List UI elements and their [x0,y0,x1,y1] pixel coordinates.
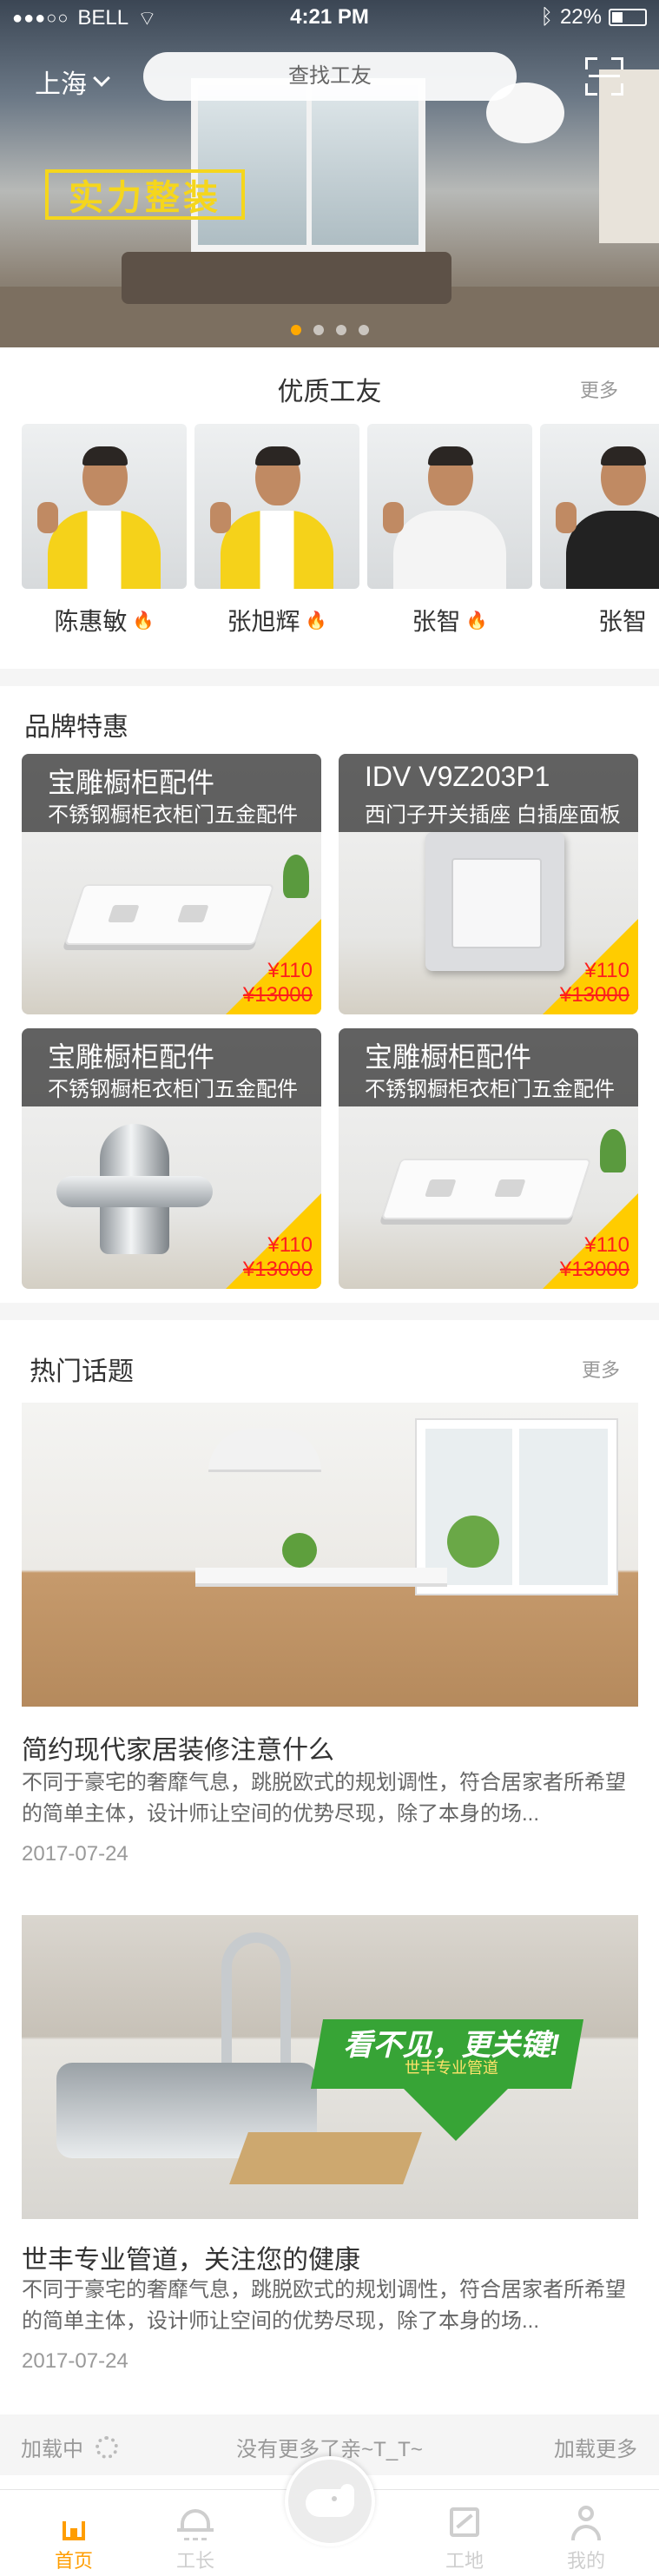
search-input[interactable] [143,52,517,101]
battery-icon [609,9,647,26]
product-price: ¥110 [267,1233,313,1257]
topic-title: 简约现代家居装修注意什么 [22,1736,334,1765]
hero-banner[interactable]: 实力整装 ●●●○○ BELL ⌔ 4:21 PM ᛒ 22% 上海 [0,0,659,347]
hot-flame-icon: 🔥 [465,611,488,631]
section-divider [0,669,659,686]
home-icon [54,2502,94,2542]
brand-product-card[interactable]: 宝雕橱柜配件不锈钢橱柜衣柜门五金配件 ¥110 ¥13000 [22,1028,321,1289]
topic-image-dining [22,1403,638,1707]
topic-card[interactable]: 简约现代家居装修注意什么 不同于豪宅的奢靡气息，跳脱欧式的规划调性，符合居家者所… [22,1403,638,1906]
topic-ad-subline: 世丰专业管道 [405,2059,498,2077]
worker-card[interactable]: 张智 🔥 [367,424,532,635]
brand-product-card[interactable]: 宝雕橱柜配件不锈钢橱柜衣柜门五金配件 ¥110 ¥13000 [22,754,321,1014]
topic-card[interactable]: 看不见，更关键! 世丰专业管道 世丰专业管道，关注您的健康 不同于豪宅的奢靡气息… [22,1915,638,2401]
topic-image-kitchen: 看不见，更关键! 世丰专业管道 [22,1915,638,2219]
worker-name: 陈惠敏 [54,608,128,635]
top-bar: 上海 [0,52,659,104]
banner-window-image [191,78,425,252]
tab-mine[interactable]: 我的 [538,2497,634,2575]
banner-sofa-image [122,252,451,304]
brand-product-card[interactable]: IDV V9Z203P1 西门子开关插座 白插座面板 ¥110 ¥13000 [339,754,638,1014]
worker-name: 张旭辉 [227,608,300,635]
worker-name-row: 张智 [540,604,659,636]
brands-section-title: 品牌特惠 [24,713,129,742]
banner-slogan: 实力整装 [45,169,245,220]
product-description: 不锈钢橱柜衣柜门五金配件 [365,1078,615,1101]
workers-section-title: 优质工友 [277,378,382,406]
worker-card[interactable]: 张智 [540,424,659,635]
worker-name: 张智 [597,608,647,635]
worker-name-row: 张智 🔥 [367,604,532,636]
status-bar: ●●●○○ BELL ⌔ 4:21 PM ᛒ 22% [0,0,659,35]
pager-dot[interactable] [290,325,301,335]
product-name: 宝雕橱柜配件 [48,1041,215,1073]
product-image [56,1124,213,1254]
topics-section-title: 热门话题 [30,1357,134,1386]
product-original-price: ¥13000 [559,1258,629,1281]
product-original-price: ¥13000 [242,983,313,1007]
topic-date: 2017-07-24 [22,2349,129,2373]
product-name: 宝雕橱柜配件 [365,1041,532,1073]
tab-label: 工地 [445,2550,484,2572]
pager-dot[interactable] [335,325,346,335]
battery-group: ᛒ 22% [541,5,647,30]
city-name: 上海 [35,70,87,99]
tab-home[interactable]: 首页 [26,2497,122,2575]
banner-pager [0,325,659,335]
search-bar[interactable] [143,52,517,101]
site-icon [445,2502,484,2542]
load-more-button[interactable]: 加载更多 [554,2432,637,2462]
worker-photo [540,424,659,589]
pager-dot[interactable] [313,325,324,335]
topics-more-link[interactable]: 更多 [582,1355,620,1383]
hot-flame-icon: 🔥 [305,611,327,631]
banner-slogan-text: 实力整装 [69,179,221,217]
pager-dot[interactable] [358,325,369,335]
city-selector[interactable]: 上海 [35,63,110,101]
tab-label: 工长 [175,2550,214,2572]
product-price: ¥110 [584,1233,629,1257]
worker-photo [22,424,187,589]
worker-photo [367,424,532,589]
worker-name-row: 张旭辉 🔥 [194,604,359,636]
worker-name-row: 陈惠敏 🔥 [22,604,187,636]
worker-card[interactable]: 陈惠敏 🔥 [22,424,187,635]
product-name: IDV V9Z203P1 [365,761,550,792]
battery-percent: 22% [559,5,602,29]
product-price: ¥110 [267,959,313,982]
tab-site[interactable]: 工地 [417,2497,512,2575]
bluetooth-icon: ᛒ [540,5,553,29]
topic-description: 不同于豪宅的奢靡气息，跳脱欧式的规划调性，符合居家者所希望的简单主体，设计师让空… [22,1771,626,1826]
product-name: 宝雕橱柜配件 [48,767,215,798]
product-price: ¥110 [584,959,629,982]
product-description: 不锈钢橱柜衣柜门五金配件 [48,1078,298,1101]
hot-flame-icon: 🔥 [132,611,155,631]
tab-label: 首页 [54,2550,93,2572]
chevron-down-icon [93,69,110,87]
topic-date: 2017-07-24 [22,1842,129,1866]
product-description: 不锈钢橱柜衣柜门五金配件 [48,803,298,827]
product-description: 西门子开关插座 白插座面板 [365,803,621,827]
tab-label: 我的 [566,2550,605,2572]
bird-logo-icon [306,2481,357,2519]
worker-card[interactable]: 张旭辉 🔥 [194,424,359,635]
center-publish-button[interactable] [285,2456,375,2546]
section-divider [0,1303,659,1320]
worker-photo [194,424,359,589]
product-original-price: ¥13000 [559,983,629,1007]
product-original-price: ¥13000 [242,1258,313,1281]
topic-description: 不同于豪宅的奢靡气息，跳脱欧式的规划调性，符合居家者所希望的简单主体，设计师让空… [22,2278,626,2333]
brand-product-card[interactable]: 宝雕橱柜配件不锈钢橱柜衣柜门五金配件 ¥110 ¥13000 [339,1028,638,1289]
tab-foreman[interactable]: 工长 [148,2497,243,2575]
user-icon [566,2502,606,2542]
worker-name: 张智 [412,608,461,635]
scan-icon[interactable] [585,57,623,96]
hardhat-icon [175,2502,215,2542]
topic-title: 世丰专业管道，关注您的健康 [22,2246,360,2275]
workers-list: 陈惠敏 🔥 张旭辉 🔥 张智 🔥 张智 [22,424,659,651]
workers-more-link[interactable]: 更多 [580,375,618,403]
